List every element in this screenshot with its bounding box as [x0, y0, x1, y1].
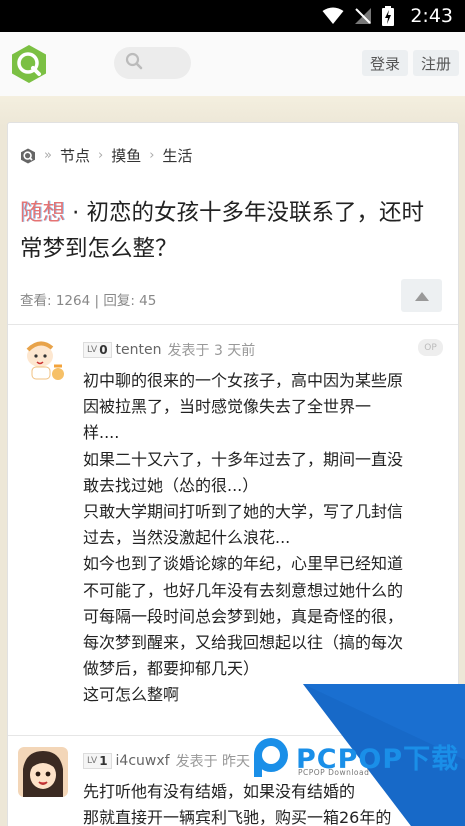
level-prefix: LV [87, 756, 98, 766]
topic-keyword[interactable]: 随想 [20, 200, 66, 226]
topic-card: » 节点 › 摸鱼 › 生活 随想 · 初恋的女孩十多年没联系了，还时常梦到怎么… [7, 122, 459, 826]
level-badge: LV 1 [83, 753, 112, 769]
level-number: 1 [99, 754, 108, 768]
content-line: 每次梦到醒来，又给我回想起以往（搞的每次 [83, 633, 404, 653]
post-time: 发表于 昨天 [175, 754, 251, 770]
search-icon [125, 52, 143, 74]
content-line: 过去，当然没激起什么浪花... [83, 528, 291, 548]
breadcrumb-item-moyu[interactable]: 摸鱼 [111, 145, 141, 166]
topic-meta: 查看: 1264 | 回复: 45 [20, 289, 156, 309]
upvote-triangle-icon [414, 286, 429, 305]
breadcrumb-item-life[interactable]: 生活 [162, 145, 192, 166]
divider [8, 735, 458, 736]
post-time: 发表于 3 天前 [167, 343, 256, 359]
content-line: 这可怎么整啊 [83, 685, 180, 705]
search-box[interactable] [114, 47, 191, 79]
content-line: 那就直接开一辆宾利飞驰，购买一箱26年的 [83, 808, 392, 826]
home-logo-icon[interactable] [20, 148, 36, 164]
content-line: 因被拉黑了，当时感觉像失去了全世界一 [83, 397, 372, 417]
site-logo[interactable] [9, 44, 49, 84]
reply-header: LV 0 tenten 发表于 3 天前 [83, 340, 255, 360]
status-bar: 2:43 [0, 0, 465, 32]
clock: 2:43 [410, 5, 453, 27]
username[interactable]: tenten [116, 342, 162, 358]
view-count: 查看: 1264 [20, 293, 91, 309]
topic-title: 随想 · 初恋的女孩十多年没联系了，还时常梦到怎么整？ [20, 195, 440, 267]
topic-title-text: · 初恋的女孩十多年没联系了，还时常梦到怎么整？ [20, 200, 424, 262]
content-line: 如果二十又六了，十多年过去了，期间一直没 [83, 449, 404, 469]
content-line: 样.... [83, 423, 120, 443]
content-line: 做梦后，都要抑郁几天） [83, 659, 260, 679]
avatar[interactable] [18, 336, 68, 386]
content-line: 不可能了，也好几年没有去刻意想过她什么的 [83, 580, 404, 600]
login-button[interactable]: 登录 [362, 50, 408, 76]
reply-content: 先打听他有没有结婚，如果没有结婚的 那就直接开一辆宾利飞驰，购买一箱26年的 [83, 779, 451, 826]
top-header: 登录 注册 [0, 32, 465, 96]
reply-header: LV 1 i4cuwxf 发表于 昨天 [83, 751, 250, 771]
reply-content: 初中聊的很来的一个女孩子，高中因为某些原 因被拉黑了，当时感觉像失去了全世界一 … [83, 368, 451, 709]
content-line: 可每隔一段时间总会梦到她，真是奇怪的很， [83, 606, 404, 626]
wifi-icon [322, 7, 344, 25]
meta-separator: | [90, 293, 104, 309]
content-line: 先打听他有没有结婚，如果没有结婚的 [83, 782, 356, 801]
username[interactable]: i4cuwxf [116, 753, 170, 769]
breadcrumb-separator: › [97, 148, 104, 163]
register-button[interactable]: 注册 [413, 50, 459, 76]
content-line: 只敢大学期间打听到了她的大学，写了几封信 [83, 502, 404, 522]
no-signal-icon [354, 7, 372, 25]
divider [8, 324, 458, 325]
breadcrumb: » 节点 › 摸鱼 › 生活 [20, 145, 192, 166]
reply-count: 回复: 45 [103, 293, 157, 309]
upvote-button[interactable] [401, 279, 442, 312]
content-line: 初中聊的很来的一个女孩子，高中因为某些原 [83, 371, 404, 390]
breadcrumb-separator: › [149, 148, 155, 163]
breadcrumb-separator: » [44, 148, 52, 163]
content-line: 如今也到了谈婚论嫁的年纪，心里早已经知道 [83, 554, 404, 574]
battery-charging-icon [382, 6, 395, 26]
avatar[interactable] [18, 747, 68, 797]
level-badge: LV 0 [83, 342, 112, 358]
level-number: 0 [99, 343, 108, 357]
content-line: 敢去找过她（怂的很...） [83, 475, 259, 495]
breadcrumb-item-nodes[interactable]: 节点 [60, 145, 90, 166]
level-prefix: LV [87, 345, 98, 355]
op-badge: OP [418, 339, 443, 356]
